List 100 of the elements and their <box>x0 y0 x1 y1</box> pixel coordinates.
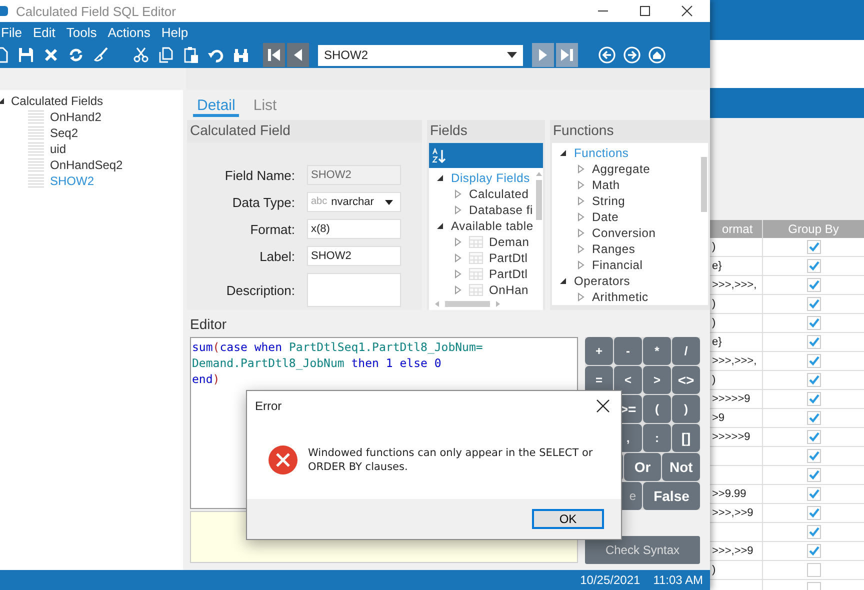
collapsed-arrow-icon[interactable] <box>576 292 586 302</box>
tab[interactable]: Detail <box>193 94 240 117</box>
save-icon[interactable] <box>17 46 35 64</box>
text-field[interactable]: SHOW2 <box>307 246 401 266</box>
operator-key[interactable]: [] <box>672 424 700 452</box>
tree-item[interactable]: Ranges <box>592 242 636 256</box>
ok-button[interactable]: OK <box>532 509 604 529</box>
home-icon[interactable] <box>648 46 666 64</box>
tree-item[interactable]: Deman <box>489 235 530 249</box>
menu-item[interactable]: Help <box>161 24 188 40</box>
operator-key[interactable]: ( <box>643 395 671 423</box>
tree-item[interactable]: String <box>592 194 626 208</box>
tree-item[interactable]: Aggregate <box>592 162 650 176</box>
checked-checkbox-icon[interactable] <box>806 259 820 273</box>
expanded-arrow-icon[interactable] <box>558 148 568 158</box>
tree-item[interactable]: OnHan <box>489 283 529 297</box>
collapsed-arrow-icon[interactable] <box>576 244 586 254</box>
tree-item[interactable]: Conversion <box>592 226 656 240</box>
operator-key[interactable]: : <box>643 424 671 452</box>
menu-item[interactable]: Actions <box>108 24 150 40</box>
tree-item[interactable]: SHOW2 <box>50 174 94 188</box>
tree-item[interactable]: Available table <box>451 219 534 233</box>
collapsed-arrow-icon[interactable] <box>576 164 586 174</box>
checked-checkbox-icon[interactable] <box>806 487 820 501</box>
checked-checkbox-icon[interactable] <box>806 525 820 539</box>
operator-key[interactable]: Or <box>624 453 662 481</box>
collapsed-arrow-icon[interactable] <box>453 269 463 279</box>
scroll-left-icon[interactable] <box>433 300 441 308</box>
forward-icon[interactable] <box>623 46 641 64</box>
collapsed-arrow-icon[interactable] <box>576 212 586 222</box>
binoculars-icon[interactable] <box>232 46 250 64</box>
tree-item[interactable]: Display Fields <box>451 171 530 185</box>
operator-key[interactable]: False <box>643 482 700 510</box>
tree-item[interactable]: Calculated <box>469 187 529 201</box>
collapsed-arrow-icon[interactable] <box>576 180 586 190</box>
text-field[interactable]: x(8) <box>307 219 401 239</box>
record-dropdown[interactable]: SHOW2 <box>318 44 523 66</box>
checked-checkbox-icon[interactable] <box>806 506 820 520</box>
checked-checkbox-icon[interactable] <box>806 354 820 368</box>
checked-checkbox-icon[interactable] <box>806 373 820 387</box>
checked-checkbox-icon[interactable] <box>806 297 820 311</box>
tree-item[interactable]: Database fi <box>469 203 534 217</box>
tree-item[interactable]: Date <box>592 210 619 224</box>
checked-checkbox-icon[interactable] <box>806 278 820 292</box>
close-icon[interactable] <box>680 4 694 18</box>
tree-item[interactable]: Calculated Fields <box>11 94 104 108</box>
checked-checkbox-icon[interactable] <box>806 240 820 254</box>
checked-checkbox-icon[interactable] <box>806 316 820 330</box>
maximize-icon[interactable] <box>638 4 652 18</box>
checked-checkbox-icon[interactable] <box>806 430 820 444</box>
operator-key[interactable]: <> <box>672 366 700 394</box>
checked-checkbox-icon[interactable] <box>806 411 820 425</box>
refresh-icon[interactable] <box>67 46 85 64</box>
menu-item[interactable]: Edit <box>32 24 56 40</box>
checked-checkbox-icon[interactable] <box>806 449 820 463</box>
tree-item[interactable]: Arithmetic <box>592 290 648 304</box>
copy-icon[interactable] <box>157 46 175 64</box>
tree-item[interactable]: OnHandSeq2 <box>50 158 123 172</box>
scroll-up-icon[interactable] <box>534 170 542 178</box>
operator-key[interactable]: Not <box>662 453 700 481</box>
checked-checkbox-icon[interactable] <box>806 335 820 349</box>
operator-key[interactable]: ) <box>672 395 700 423</box>
scissors-icon[interactable] <box>132 46 150 64</box>
tree-item[interactable]: Financial <box>592 258 643 272</box>
tree-item[interactable]: OnHand2 <box>50 110 102 124</box>
menu-item[interactable]: File <box>1 24 22 40</box>
check-syntax-button[interactable]: Check Syntax <box>585 536 700 564</box>
checked-checkbox-icon[interactable] <box>806 468 820 482</box>
menu-item[interactable]: Tools <box>66 24 97 40</box>
scroll-right-icon[interactable] <box>494 300 502 308</box>
collapsed-arrow-icon[interactable] <box>453 189 463 199</box>
tree-item[interactable]: Seq2 <box>50 126 78 140</box>
paste-icon[interactable] <box>182 46 200 64</box>
operator-key[interactable]: * <box>643 337 671 365</box>
tree-item[interactable]: Math <box>592 178 620 192</box>
description-field[interactable] <box>307 273 401 307</box>
operator-key[interactable]: < <box>614 366 642 394</box>
tree-item[interactable]: uid <box>50 142 66 156</box>
tree-item[interactable]: PartDtl <box>489 251 528 265</box>
collapsed-arrow-icon[interactable] <box>576 196 586 206</box>
expanded-arrow-icon[interactable] <box>435 221 445 231</box>
operator-key[interactable]: > <box>643 366 671 394</box>
collapsed-arrow-icon[interactable] <box>576 228 586 238</box>
checked-checkbox-icon[interactable] <box>806 544 820 558</box>
collapsed-arrow-icon[interactable] <box>453 253 463 263</box>
delete-icon[interactable] <box>42 46 60 64</box>
checkbox-icon[interactable] <box>806 563 820 577</box>
brush-icon[interactable] <box>92 46 110 64</box>
collapsed-arrow-icon[interactable] <box>576 260 586 270</box>
collapsed-arrow-icon[interactable] <box>453 205 463 215</box>
previous-button[interactable] <box>287 43 309 67</box>
tree-item[interactable]: Functions <box>574 146 629 160</box>
operator-key[interactable]: + <box>585 337 613 365</box>
first-record-button[interactable] <box>263 43 285 67</box>
collapsed-arrow-icon[interactable] <box>453 237 463 247</box>
operator-key[interactable]: / <box>672 337 700 365</box>
tree-item[interactable]: Operators <box>574 274 630 288</box>
tab[interactable]: List <box>249 94 281 117</box>
type-dropdown[interactable]: abc nvarchar <box>307 192 401 212</box>
collapsed-arrow-icon[interactable] <box>453 285 463 295</box>
